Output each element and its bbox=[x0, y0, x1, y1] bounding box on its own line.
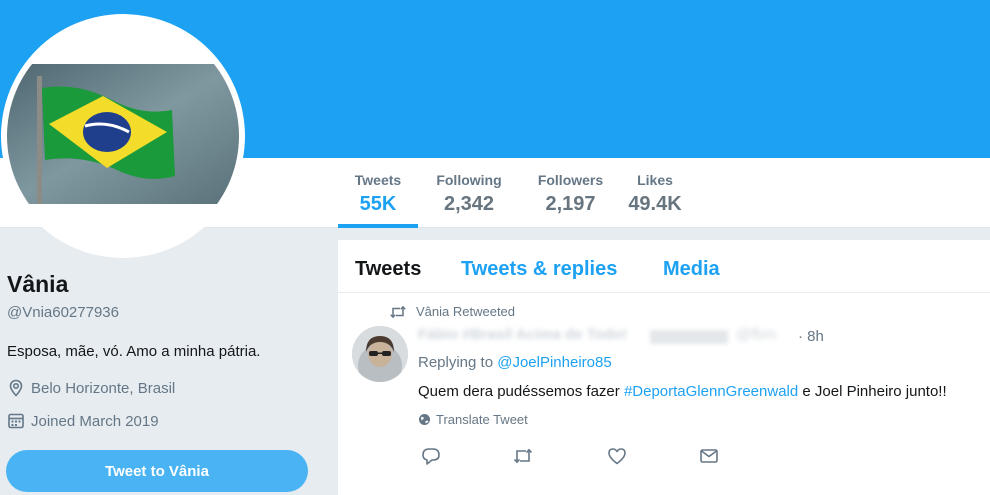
retweet-context-text[interactable]: Vânia Retweeted bbox=[416, 304, 515, 319]
tweet-author-name[interactable]: Fábio #Brasil Acima de Todo! bbox=[418, 326, 627, 343]
tab-tweets[interactable]: Tweets bbox=[355, 258, 421, 281]
profile-avatar[interactable] bbox=[1, 14, 245, 258]
heart-icon[interactable] bbox=[606, 445, 628, 467]
tweet-author-badge bbox=[650, 330, 728, 344]
location-pin-icon bbox=[9, 379, 23, 397]
stat-followers-value: 2,197 bbox=[545, 193, 596, 215]
tweet-to-button[interactable]: Tweet to Vânia bbox=[6, 450, 308, 492]
envelope-icon[interactable] bbox=[698, 445, 720, 467]
profile-name[interactable]: Vânia bbox=[7, 271, 68, 298]
replying-to: Replying to @JoelPinheiro85 bbox=[418, 354, 612, 371]
tweet-header: Fábio #Brasil Acima de Todo! @fbm · 8h bbox=[418, 326, 978, 348]
profile-stats: Tweets 55K Following 2,342 Followers 2,1… bbox=[338, 158, 689, 228]
avatar-flag-image bbox=[7, 20, 239, 252]
stat-following-value: 2,342 bbox=[443, 193, 495, 215]
replying-to-link[interactable]: @JoelPinheiro85 bbox=[497, 354, 611, 371]
retweet-context: Vânia Retweeted bbox=[390, 304, 515, 319]
profile-bio: Esposa, mãe, vó. Amo a minha pátria. bbox=[7, 343, 261, 360]
stat-following[interactable]: Following 2,342 bbox=[418, 158, 520, 228]
profile-joined: Joined March 2019 bbox=[7, 412, 159, 430]
stat-likes[interactable]: Likes 49.4K bbox=[621, 158, 689, 228]
stat-tweets-value: 55K bbox=[359, 193, 397, 215]
tweet-hashtag-link[interactable]: #DeportaGlennGreenwald bbox=[624, 383, 798, 400]
stat-likes-value: 49.4K bbox=[628, 193, 682, 215]
retweet-action-icon[interactable] bbox=[512, 445, 534, 467]
translate-tweet-label[interactable]: Translate Tweet bbox=[436, 412, 528, 427]
tweet-text-before: Quem dera pudéssemos fazer bbox=[418, 383, 624, 400]
tweet-item[interactable]: Vânia Retweeted Fábio #Brasil Acima de T… bbox=[338, 294, 990, 478]
tweet-author-avatar[interactable] bbox=[352, 326, 408, 382]
stat-tweets[interactable]: Tweets 55K bbox=[338, 158, 418, 228]
stat-following-label: Following bbox=[436, 172, 502, 188]
tweet-text-after: e Joel Pinheiro junto!! bbox=[798, 383, 947, 400]
globe-icon bbox=[419, 414, 430, 425]
tab-media[interactable]: Media bbox=[663, 258, 720, 281]
profile-handle[interactable]: @Vnia60277936 bbox=[7, 304, 119, 321]
stat-followers[interactable]: Followers 2,197 bbox=[520, 158, 621, 228]
stat-tweets-label: Tweets bbox=[354, 172, 402, 188]
reply-icon[interactable] bbox=[420, 445, 442, 467]
timeline: Tweets Tweets & replies Media Vânia Retw… bbox=[338, 240, 990, 495]
stat-likes-label: Likes bbox=[637, 172, 673, 188]
tweet-text: Quem dera pudéssemos fazer #DeportaGlenn… bbox=[418, 383, 947, 400]
replying-prefix: Replying to bbox=[418, 354, 498, 371]
tab-tweets-replies[interactable]: Tweets & replies bbox=[461, 258, 617, 281]
tweet-author-handle[interactable]: @fbm bbox=[736, 326, 776, 343]
calendar-icon bbox=[8, 413, 24, 429]
profile-location-text: Belo Horizonte, Brasil bbox=[31, 379, 176, 397]
timeline-tabs: Tweets Tweets & replies Media bbox=[338, 240, 990, 293]
profile-joined-text: Joined March 2019 bbox=[31, 412, 159, 430]
retweet-icon bbox=[390, 305, 406, 318]
tweet-timestamp[interactable]: · 8h bbox=[798, 328, 824, 345]
profile-location: Belo Horizonte, Brasil bbox=[7, 379, 175, 397]
next-tweet-card bbox=[338, 488, 990, 495]
stat-followers-label: Followers bbox=[537, 172, 604, 188]
translate-tweet[interactable]: Translate Tweet bbox=[418, 412, 528, 427]
